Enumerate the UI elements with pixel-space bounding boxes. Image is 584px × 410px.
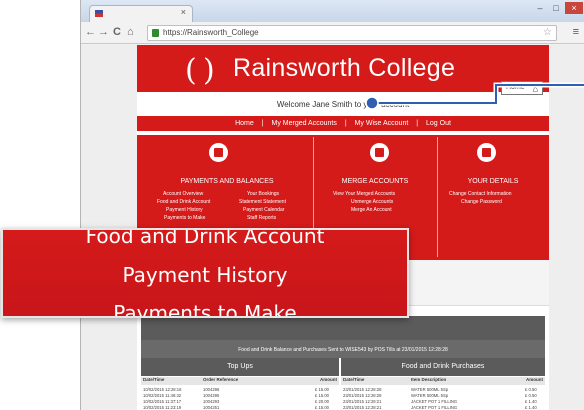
table-cell: JACKET POT 1 FILLING bbox=[411, 399, 458, 404]
nav-separator: | bbox=[416, 120, 419, 127]
statement-link[interactable]: Statement Statement bbox=[239, 199, 286, 205]
forward-icon[interactable]: → bbox=[98, 26, 109, 38]
payment-calendar-link[interactable]: Payment Calendar bbox=[243, 207, 284, 213]
table-row: 10/02/2015 11:46:32 bbox=[143, 393, 182, 398]
purchases-column-header: Date/Time Item Description Amount bbox=[341, 377, 545, 385]
table-cell: 1004295 bbox=[203, 393, 220, 398]
home-button-label: Home bbox=[506, 84, 525, 91]
payment-card-icon bbox=[209, 143, 228, 162]
zoom-payment-history: Payment History bbox=[122, 263, 288, 287]
panel-divider bbox=[437, 137, 438, 257]
food-drink-account-link[interactable]: Food and Drink Account bbox=[157, 199, 210, 205]
table-cell: WATER 500ML 5Sp bbox=[411, 387, 449, 392]
table-cell: 1004296 bbox=[203, 387, 220, 392]
nav-logout-link[interactable]: Log Out bbox=[423, 120, 454, 127]
top-ups-column-header: Date/Time Order Reference Amount bbox=[141, 377, 339, 385]
house-icon: ⌂ bbox=[532, 84, 538, 94]
browser-toolbar: ← → C ⌂ https://Rainsworth_College ☆ ≡ bbox=[81, 22, 584, 44]
zoom-callout: Food and Drink Account Payment History P… bbox=[1, 228, 409, 318]
nav-merged-accounts-link[interactable]: My Merged Accounts bbox=[268, 120, 339, 127]
home-icon[interactable]: ⌂ bbox=[127, 26, 134, 38]
table-cell: £ 20.00 bbox=[315, 399, 329, 404]
favicon-icon bbox=[95, 10, 103, 17]
top-ups-heading: Top Ups bbox=[141, 358, 339, 376]
table-cell: £ 15.00 bbox=[315, 387, 329, 392]
table-row: 10/02/2015 11:23:19 bbox=[143, 405, 182, 410]
statement-card: Food and Drink Balance and Purchases Sen… bbox=[137, 305, 549, 410]
table-cell: JACKET POT 1 FILLING bbox=[411, 405, 458, 410]
table-row: 23/01/2015 12:28:21 bbox=[343, 405, 382, 410]
nav-separator: | bbox=[261, 120, 264, 127]
col-date: Date/Time bbox=[143, 377, 165, 382]
minimize-button[interactable]: – bbox=[533, 2, 547, 14]
lock-icon bbox=[152, 29, 159, 37]
bookmark-star-icon[interactable]: ☆ bbox=[543, 27, 552, 38]
table-row: 23/01/2015 12:28:21 bbox=[343, 399, 382, 404]
statement-text: Food and Drink Balance and Purchases Sen… bbox=[238, 347, 448, 353]
statement-subheader: Food and Drink Balance and Purchases Sen… bbox=[141, 340, 545, 358]
maximize-button[interactable]: □ bbox=[549, 2, 563, 14]
merge-panel-title: MERGE ACCOUNTS bbox=[341, 178, 409, 185]
merge-account-link[interactable]: Merge An Account bbox=[351, 207, 392, 213]
site-nav: Home | My Merged Accounts | My Wise Acco… bbox=[137, 116, 549, 131]
title-bar: × – □ × bbox=[81, 0, 584, 22]
table-cell: 1004251 bbox=[203, 405, 220, 410]
table-cell: 1004293 bbox=[203, 399, 220, 404]
nav-wise-account-link[interactable]: My Wise Account bbox=[352, 120, 412, 127]
table-cell: £ 15.00 bbox=[315, 393, 329, 398]
change-contact-link[interactable]: Change Contact Information bbox=[449, 191, 512, 197]
details-panel-title: YOUR DETAILS bbox=[467, 178, 519, 185]
site-header: ( ) Rainsworth College bbox=[137, 45, 549, 92]
logo-right-bracket-icon: ) bbox=[203, 53, 215, 88]
table-row: 10/02/2015 12:28:16 bbox=[143, 387, 182, 392]
purchases-heading: Food and Drink Purchases bbox=[341, 358, 545, 376]
col-date: Date/Time bbox=[343, 377, 365, 382]
staff-reports-link[interactable]: Staff Reports bbox=[247, 215, 276, 221]
reload-icon[interactable]: C bbox=[113, 26, 121, 38]
table-cell: WATER 500ML 5Sp bbox=[411, 393, 449, 398]
browser-menu-icon[interactable]: ≡ bbox=[573, 26, 579, 38]
statement-header-bar bbox=[141, 316, 545, 340]
browser-tab[interactable]: × bbox=[89, 5, 193, 22]
table-cell: £ 15.00 bbox=[315, 405, 329, 410]
address-bar[interactable]: https://Rainsworth_College ☆ bbox=[147, 25, 557, 41]
account-overview-link[interactable]: Account Overview bbox=[163, 191, 203, 197]
screenshot-stage: × – □ × ← → C ⌂ https://Rainsworth_Colle… bbox=[0, 0, 584, 410]
table-row: 23/01/2015 12:28:28 bbox=[343, 387, 382, 392]
tab-close-icon[interactable]: × bbox=[181, 7, 186, 17]
user-group-icon bbox=[477, 143, 496, 162]
unmerge-accounts-link[interactable]: Unmerge Accounts bbox=[351, 199, 393, 205]
table-row: 10/02/2015 11:37:17 bbox=[143, 399, 182, 404]
zoom-payments-to-make: Payments to Make bbox=[113, 301, 297, 318]
table-cell: £ 0.50 bbox=[525, 387, 537, 392]
brand-title: Rainsworth College bbox=[233, 54, 456, 82]
col-order-ref: Order Reference bbox=[203, 377, 239, 382]
change-password-link[interactable]: Change Password bbox=[461, 199, 502, 205]
your-bookings-link[interactable]: Your Bookings bbox=[247, 191, 279, 197]
col-amount: Amount bbox=[320, 377, 337, 382]
nav-separator: | bbox=[344, 120, 347, 127]
zoom-food-drink-account: Food and Drink Account bbox=[85, 228, 325, 248]
payments-panel-title: PAYMENTS AND BALANCES bbox=[180, 178, 274, 185]
nav-home-link[interactable]: Home bbox=[232, 120, 257, 127]
col-item: Item Description bbox=[411, 377, 447, 382]
merge-accounts-icon bbox=[370, 143, 389, 162]
table-cell: £ 1.40 bbox=[525, 405, 537, 410]
url-text: https://Rainsworth_College bbox=[163, 28, 259, 37]
payments-to-make-link[interactable]: Payments to Make bbox=[164, 215, 205, 221]
welcome-message: Welcome Jane Smith to your account bbox=[276, 100, 410, 109]
window-controls: – □ × bbox=[533, 2, 583, 14]
browser-window: × – □ × ← → C ⌂ https://Rainsworth_Colle… bbox=[80, 0, 584, 410]
table-cell: £ 0.50 bbox=[525, 393, 537, 398]
view-merged-accounts-link[interactable]: View Your Merged Accounts bbox=[333, 191, 395, 197]
close-window-button[interactable]: × bbox=[565, 2, 583, 14]
payment-history-link[interactable]: Payment History bbox=[166, 207, 203, 213]
table-cell: £ 1.40 bbox=[525, 399, 537, 404]
logo-left-bracket-icon: ( bbox=[185, 53, 197, 88]
col-amount: Amount bbox=[526, 377, 543, 382]
home-button[interactable]: Home ⌂ bbox=[501, 81, 543, 95]
table-row: 23/01/2015 12:28:28 bbox=[343, 393, 382, 398]
back-icon[interactable]: ← bbox=[85, 26, 96, 38]
